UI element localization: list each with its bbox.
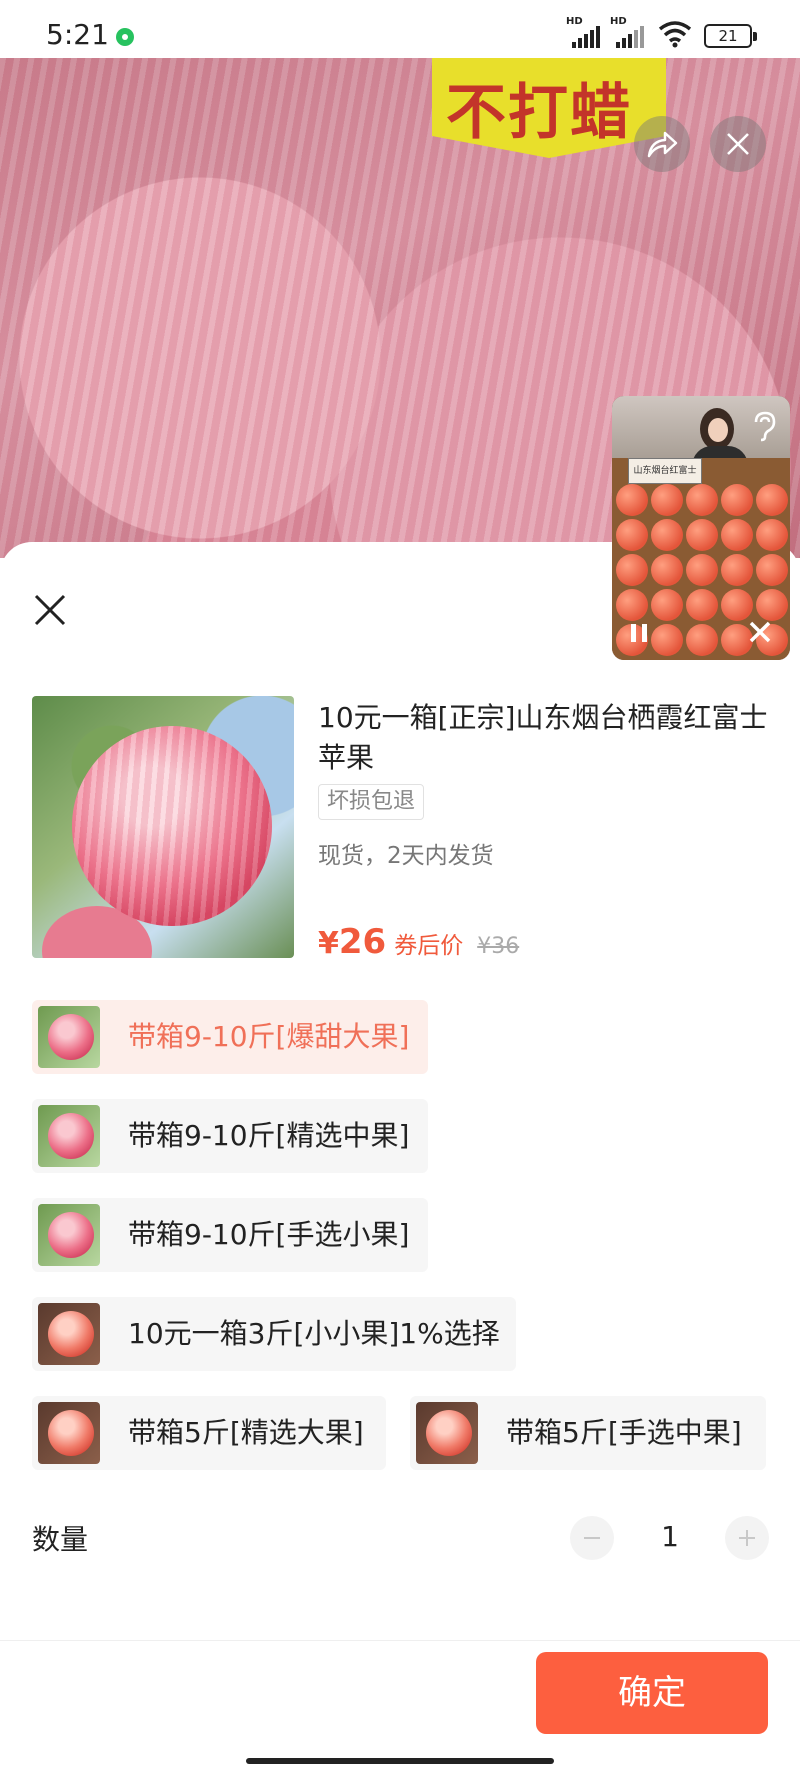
price-value: 26 [338,922,387,962]
service-tag: 坏损包退 [318,784,425,820]
sku-option-5[interactable]: 带箱5斤[精选大果] [32,1396,386,1470]
sku-option-label: 带箱9-10斤[爆甜大果] [128,1020,410,1053]
sku-thumbnail [38,1303,100,1365]
video-close-icon[interactable] [748,620,772,644]
quantity-decrease-button[interactable] [570,1516,614,1560]
sku-option-label: 带箱5斤[精选大果] [128,1416,364,1449]
sku-thumbnail [38,1204,100,1266]
ear-icon[interactable] [750,410,778,442]
quantity-value: 1 [661,1520,679,1553]
battery-icon: 21 [704,24,757,48]
sku-thumbnail [416,1402,478,1464]
stock-info: 现货，2天内发货 [318,843,494,869]
sku-thumbnail [38,1105,100,1167]
close-icon [727,133,749,155]
minus-icon [584,1537,600,1539]
sku-option-3[interactable]: 带箱9-10斤[手选小果] [32,1198,428,1272]
footer-divider [0,1640,800,1641]
quantity-label: 数量 [32,1523,89,1556]
sku-option-1[interactable]: 带箱9-10斤[爆甜大果] [32,1000,428,1074]
floating-video[interactable]: 山东烟台红富士 [612,396,790,660]
price-currency: ¥ [318,926,339,961]
original-price: ¥36 [477,934,520,959]
sku-option-label: 带箱5斤[手选中果] [506,1416,742,1449]
pause-icon[interactable] [628,622,650,644]
price-note: 券后价 [394,933,464,959]
sku-option-4[interactable]: 10元一箱3斤[小小果]1%选择 [32,1297,516,1371]
video-sign: 山东烟台红富士 [628,458,702,484]
status-time: 5:21 [46,18,109,51]
plus-icon [739,1530,755,1546]
sku-thumbnail [38,1006,100,1068]
sku-option-label: 带箱9-10斤[精选中果] [128,1119,410,1152]
home-indicator[interactable] [246,1758,554,1764]
status-bar: 5:21 HD HD 21 [0,0,800,58]
wechat-status-icon [116,28,134,46]
sku-option-2[interactable]: 带箱9-10斤[精选中果] [32,1099,428,1173]
apple-main [72,726,272,926]
confirm-button[interactable]: 确定 [536,1652,768,1734]
hero-tag-text: 不打蜡 [446,78,632,148]
sku-option-label: 带箱9-10斤[手选小果] [128,1218,410,1251]
sku-thumbnail [38,1402,100,1464]
sheet-close-button[interactable] [30,590,70,630]
share-button[interactable] [634,116,690,172]
product-title: 10元一箱[正宗]山东烟台栖霞红富士苹果 [318,701,768,774]
presenter-face [708,418,728,442]
product-thumbnail [32,696,294,958]
wifi-icon [658,21,692,48]
sku-option-label: 10元一箱3斤[小小果]1%选择 [128,1317,500,1350]
share-icon [647,131,678,158]
quantity-increase-button[interactable] [725,1516,769,1560]
price-row: ¥26 券后价 ¥36 [318,922,519,962]
close-hero-button[interactable] [710,116,766,172]
sku-option-6[interactable]: 带箱5斤[手选中果] [410,1396,766,1470]
